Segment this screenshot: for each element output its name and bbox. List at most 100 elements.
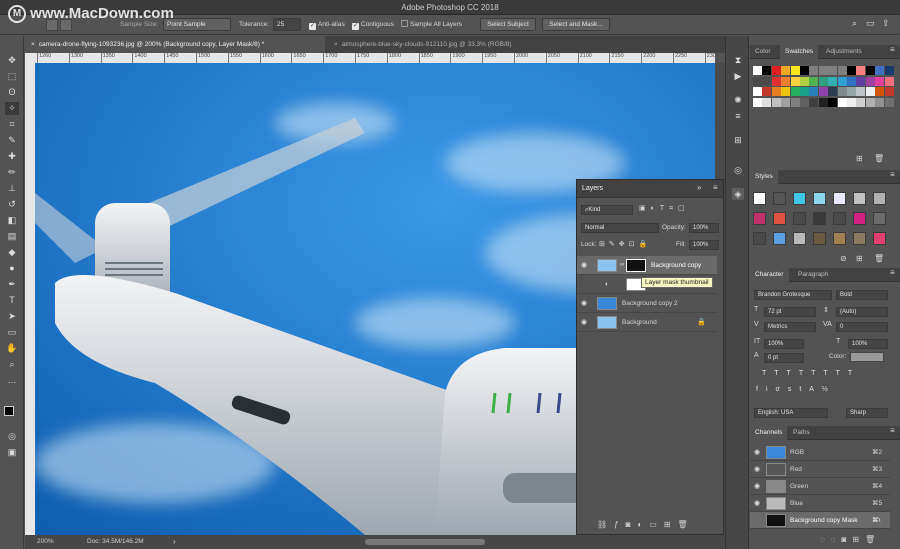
color-swatch[interactable] [790, 66, 800, 75]
tab-atmosphere[interactable]: × atmosphere-blue-sky-clouds-912110.jpg @… [328, 36, 538, 53]
color-swatch[interactable] [875, 76, 885, 86]
eye-icon[interactable]: ◉ [581, 294, 591, 313]
blend-mode-select[interactable]: Normal [581, 223, 659, 233]
panel-menu-icon[interactable]: ≡ [713, 183, 718, 192]
style-preset[interactable] [873, 212, 886, 225]
color-swatch[interactable] [884, 87, 894, 96]
style-preset[interactable] [773, 192, 786, 205]
color-swatch[interactable] [837, 76, 847, 86]
color-swatch[interactable] [865, 66, 875, 75]
anti-alias-checkbox[interactable]: ✓ Anti-alias [309, 19, 345, 31]
font-family-select[interactable]: Brandon Grotesque [754, 290, 832, 300]
color-swatch[interactable] [818, 76, 828, 86]
filter-type-icons[interactable]: ▣◐T⌗▢ [639, 204, 715, 213]
brush-settings-icon[interactable]: ⊞ [732, 134, 744, 146]
select-and-mask-button[interactable]: Select and Mask... [542, 18, 610, 31]
tab-swatches[interactable]: Swatches [780, 45, 819, 59]
style-preset[interactable] [853, 232, 866, 245]
color-swatch[interactable] [790, 87, 800, 96]
color-swatch[interactable] [865, 87, 875, 96]
color-swatch[interactable] [771, 66, 781, 75]
more-tools-icon[interactable]: … [5, 374, 19, 387]
color-swatch[interactable] [809, 76, 819, 86]
color-swatch[interactable] [828, 76, 838, 86]
channel-row[interactable]: ◉ RGB ⌘2 [750, 444, 890, 461]
tab-adjustments[interactable]: Adjustments [821, 45, 867, 59]
opentype-buttons[interactable]: fiσstA½ [756, 386, 890, 393]
style-preset[interactable] [753, 232, 766, 245]
history-brush-icon[interactable]: ↺ [5, 198, 19, 211]
color-swatch[interactable] [753, 66, 762, 75]
collapse-icon[interactable]: » [697, 183, 701, 192]
tab-character[interactable]: Character [750, 268, 789, 282]
color-swatch[interactable] [828, 66, 838, 75]
color-swatch[interactable] [847, 97, 856, 107]
layer-row[interactable]: ◉ Background 🔒 [577, 313, 717, 332]
panel-menu-icon[interactable]: ≡ [890, 170, 895, 179]
sample-all-layers-checkbox[interactable]: Sample All Layers [401, 19, 462, 31]
color-swatch[interactable] [762, 76, 772, 86]
panel-menu-icon[interactable]: ≡ [890, 45, 895, 54]
gradient-tool-icon[interactable]: ▤ [5, 230, 19, 243]
new-style-icon[interactable]: ⊞ [856, 254, 863, 263]
eye-icon[interactable]: ◉ [754, 444, 764, 461]
color-swatch[interactable] [837, 87, 847, 96]
channel-row[interactable]: ◉ Red ⌘3 [750, 461, 890, 478]
color-swatch[interactable] [875, 97, 885, 107]
text-color-swatch[interactable] [850, 352, 884, 362]
contiguous-checkbox[interactable]: ✓ Contiguous [352, 19, 394, 31]
faux-style-buttons[interactable]: TTTTTTTT [762, 370, 890, 377]
clear-style-icon[interactable]: ⊘ [840, 254, 847, 263]
workspace-icon[interactable]: ▭ [866, 17, 875, 29]
link-icon[interactable]: ∞ [620, 256, 624, 275]
tab-styles[interactable]: Styles [750, 170, 778, 184]
color-swatch[interactable] [781, 97, 791, 107]
select-subject-button[interactable]: Select Subject [480, 18, 536, 31]
color-swatch[interactable] [847, 66, 856, 75]
color-swatch[interactable] [884, 97, 894, 107]
color-swatch[interactable] [762, 66, 772, 75]
color-swatch[interactable] [800, 97, 809, 107]
color-swatch[interactable] [856, 66, 866, 75]
layer-thumbnail[interactable] [597, 316, 617, 329]
color-swatch[interactable] [865, 97, 875, 107]
style-preset[interactable] [813, 232, 826, 245]
style-preset[interactable] [793, 232, 806, 245]
channel-row[interactable]: Background copy Mask ⌘\ [750, 512, 890, 529]
style-preset[interactable] [753, 192, 766, 205]
color-swatch[interactable] [856, 97, 866, 107]
hand-tool-icon[interactable]: ✋ [5, 342, 19, 355]
channel-row[interactable]: ◉ Green ⌘4 [750, 478, 890, 495]
pen-tool-icon[interactable]: ✒ [5, 278, 19, 291]
color-swatch[interactable] [800, 87, 809, 96]
color-swatch[interactable] [837, 97, 847, 107]
blur-tool-icon[interactable]: ◆ [5, 246, 19, 259]
kerning-field[interactable]: Metrics [764, 322, 816, 332]
color-swatch[interactable] [781, 76, 791, 86]
color-swatch[interactable] [847, 76, 856, 86]
color-swatch[interactable] [818, 97, 828, 107]
style-preset[interactable] [833, 232, 846, 245]
eraser-tool-icon[interactable]: ◧ [5, 214, 19, 227]
color-swatch[interactable] [847, 87, 856, 96]
brush-tool-icon[interactable]: ✏ [5, 166, 19, 179]
layer-footer-icons[interactable]: ⛓ƒ◙◐▭⊞🗑 [597, 520, 721, 529]
font-size-field[interactable]: 72 pt [764, 307, 816, 317]
color-swatch[interactable] [771, 97, 781, 107]
layer-filter-select[interactable]: ⌕Kind [581, 205, 633, 215]
actions-icon[interactable]: ▶ [732, 70, 744, 82]
stamp-tool-icon[interactable]: ⊥ [5, 182, 19, 195]
color-swatch[interactable] [828, 87, 838, 96]
type-tool-icon[interactable]: T [5, 294, 19, 307]
layer-row[interactable]: ◉ Background copy 2 [577, 294, 717, 313]
color-swatch[interactable] [781, 66, 791, 75]
color-swatch[interactable] [818, 66, 828, 75]
baseline-shift-field[interactable]: 0 pt [764, 353, 804, 363]
eye-icon[interactable]: ◉ [754, 478, 764, 495]
healing-tool-icon[interactable]: ✚ [5, 150, 19, 163]
zoom-tool-icon[interactable]: ⌕ [5, 358, 19, 371]
opacity-field[interactable]: 100% [689, 223, 719, 233]
eye-icon[interactable]: ◉ [581, 313, 591, 332]
history-icon[interactable]: ⧗ [732, 54, 744, 66]
leading-field[interactable]: (Auto) [836, 307, 888, 317]
